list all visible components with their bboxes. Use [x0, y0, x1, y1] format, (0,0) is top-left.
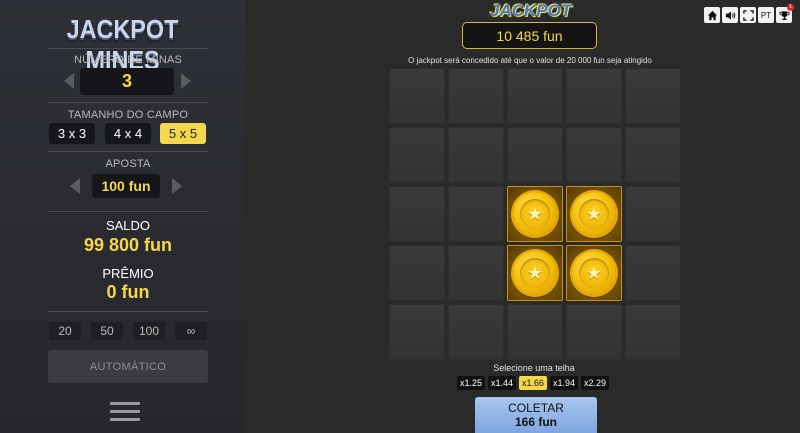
divider [48, 151, 208, 152]
tile[interactable] [448, 245, 504, 301]
star-icon: ★ [520, 199, 550, 229]
divider [48, 102, 208, 103]
field-size-label: TAMANHO DO CAMPO [67, 109, 189, 121]
tile-revealed[interactable]: ★ [507, 186, 563, 242]
star-icon: ★ [579, 258, 609, 288]
left-panel: JACKPOT MINES NÚMERO DE MINAS 3 TAMANHO … [0, 0, 245, 433]
tile[interactable] [448, 186, 504, 242]
auto-count-20[interactable]: 20 [49, 322, 81, 340]
mines-label: NÚMERO DE MINAS [73, 54, 183, 66]
tile[interactable] [625, 68, 681, 124]
divider [48, 48, 208, 49]
star-icon: ★ [520, 258, 550, 288]
bet-decrease-icon[interactable] [70, 178, 80, 194]
gold-coin-icon: ★ [572, 192, 616, 236]
tile[interactable] [389, 245, 445, 301]
bet-value: 100 fun [92, 174, 160, 198]
jackpot-amount: 10 485 fun [462, 22, 597, 49]
select-tile-label: Selecione uma telha [493, 363, 575, 373]
tile[interactable] [566, 127, 622, 183]
tile[interactable] [507, 304, 563, 360]
collect-button[interactable]: COLETAR 166 fun [475, 397, 597, 433]
tile[interactable] [389, 68, 445, 124]
field-size-5x5-button[interactable]: 5 x 5 [160, 123, 206, 144]
trophy-badge: 1 [787, 4, 794, 11]
field-size-4x4-button[interactable]: 4 x 4 [105, 123, 151, 144]
tile[interactable] [625, 245, 681, 301]
home-icon[interactable] [704, 7, 720, 23]
divider [48, 211, 208, 212]
tile-revealed[interactable]: ★ [566, 186, 622, 242]
divider [48, 311, 208, 312]
prize-value: 0 fun [106, 282, 150, 302]
field-size-3x3-button[interactable]: 3 x 3 [49, 123, 95, 144]
gold-coin-icon: ★ [513, 192, 557, 236]
auto-play-button[interactable]: AUTOMÁTICO [48, 350, 208, 383]
tile[interactable] [389, 304, 445, 360]
sound-icon[interactable] [722, 7, 738, 23]
fullscreen-icon[interactable] [740, 7, 756, 23]
tile[interactable] [625, 127, 681, 183]
prize-label: PRÊMIO [102, 266, 154, 281]
tile[interactable] [625, 304, 681, 360]
balance-value: 99 800 fun [83, 235, 173, 255]
auto-count-100[interactable]: 100 [133, 322, 165, 340]
multiplier-option: x1.25 [457, 376, 485, 390]
tile[interactable] [448, 68, 504, 124]
game-logo: JACKPOT MINES [66, 14, 179, 75]
top-icons: PT 1 [704, 4, 794, 23]
collect-amount: 166 fun [514, 415, 557, 429]
multiplier-row: x1.25 x1.44 x1.66 x1.94 x2.29 [457, 376, 609, 390]
tile[interactable] [389, 127, 445, 183]
bet-label: APOSTA [105, 158, 151, 170]
gold-coin-icon: ★ [572, 251, 616, 295]
mines-increase-icon[interactable] [181, 73, 191, 89]
tile[interactable] [566, 304, 622, 360]
jackpot-note: O jackpot será concedido até que o valor… [408, 56, 652, 65]
multiplier-option: x2.29 [581, 376, 609, 390]
gold-coin-icon: ★ [513, 251, 557, 295]
bet-increase-icon[interactable] [172, 178, 182, 194]
auto-count-infinite[interactable]: ∞ [175, 322, 207, 340]
tile[interactable] [448, 304, 504, 360]
mine-grid: ★ ★ ★ ★ [389, 68, 681, 360]
mines-decrease-icon[interactable] [64, 73, 74, 89]
multiplier-option: x1.66 [519, 376, 547, 390]
tile[interactable] [507, 127, 563, 183]
tile-revealed[interactable]: ★ [566, 245, 622, 301]
tile[interactable] [625, 186, 681, 242]
auto-count-50[interactable]: 50 [91, 322, 123, 340]
balance-label: SALDO [105, 218, 151, 233]
tile-revealed[interactable]: ★ [507, 245, 563, 301]
language-button[interactable]: PT [758, 7, 774, 23]
hamburger-menu-icon[interactable] [110, 402, 140, 422]
star-icon: ★ [579, 199, 609, 229]
tile[interactable] [448, 127, 504, 183]
tile[interactable] [389, 186, 445, 242]
jackpot-logo: JACKPOT [490, 1, 572, 20]
tile[interactable] [566, 68, 622, 124]
trophy-icon[interactable]: 1 [776, 4, 794, 23]
collect-label: COLETAR [508, 401, 564, 415]
tile[interactable] [507, 68, 563, 124]
multiplier-option: x1.44 [488, 376, 516, 390]
multiplier-option: x1.94 [550, 376, 578, 390]
mines-value: 3 [80, 68, 174, 95]
